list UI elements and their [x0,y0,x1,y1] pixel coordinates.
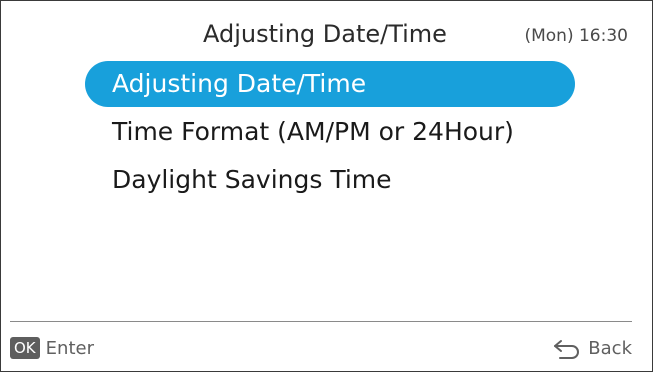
menu-list: Adjusting Date/Time Time Format (AM/PM o… [85,61,575,205]
menu-item-time-format[interactable]: Time Format (AM/PM or 24Hour) [85,109,575,155]
enter-label: Enter [45,337,94,359]
back-button[interactable]: Back [552,337,632,359]
settings-screen: Adjusting Date/Time (Mon) 16:30 Adjustin… [0,0,653,372]
ok-icon: OK [10,337,40,359]
page-title: Adjusting Date/Time [203,20,447,48]
menu-item-daylight-savings[interactable]: Daylight Savings Time [85,157,575,203]
footer-bar: OK Enter Back [10,335,632,361]
footer-divider [10,321,632,322]
enter-button[interactable]: OK Enter [10,337,94,359]
back-label: Back [588,337,632,359]
clock-display: (Mon) 16:30 [524,26,628,46]
menu-item-adjusting-date-time[interactable]: Adjusting Date/Time [85,61,575,107]
return-arrow-icon [552,337,582,359]
